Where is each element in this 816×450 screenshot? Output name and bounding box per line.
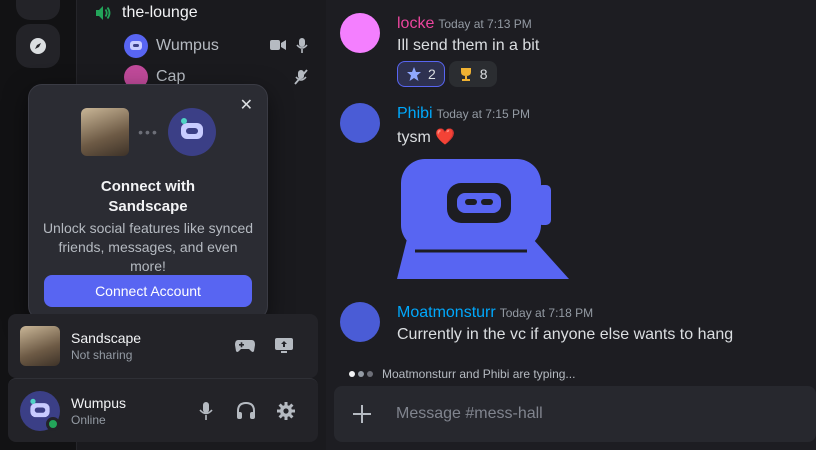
game-name: Sandscape — [71, 330, 142, 346]
message-composer — [334, 386, 816, 442]
microphone-icon — [296, 38, 308, 53]
connection-illustration: ••• — [81, 107, 216, 157]
username: Wumpus — [71, 395, 126, 411]
message-text: tysm ❤️ — [397, 129, 456, 146]
avatar[interactable] — [340, 103, 380, 143]
reactions-bar: 2 8 — [397, 61, 497, 87]
video-icon — [270, 40, 286, 50]
typing-text: Moatmonsturr and Phibi are typing... — [382, 367, 576, 381]
chat-area: locke Today at 7:13 PM Ill send them in a… — [326, 0, 816, 450]
online-status-icon — [46, 417, 60, 431]
controller-link-button[interactable] — [233, 334, 257, 358]
share-screen-button[interactable] — [272, 334, 296, 358]
gear-icon — [277, 402, 295, 420]
reaction-count: 8 — [479, 66, 488, 82]
home-button[interactable] — [16, 0, 60, 20]
attach-button[interactable] — [350, 402, 374, 426]
user-panel: Wumpus Online — [8, 378, 318, 442]
voice-channel-name: the-lounge — [122, 4, 198, 21]
avatar — [124, 34, 148, 58]
typing-indicator: Moatmonsturr and Phibi are typing... — [348, 367, 575, 381]
trophy-icon — [460, 68, 471, 81]
microphone-icon — [199, 402, 213, 420]
voice-participant-name: Wumpus — [156, 37, 219, 54]
message-input[interactable] — [396, 400, 796, 428]
settings-button[interactable] — [274, 399, 298, 423]
message-author[interactable]: Moatmonsturr — [397, 304, 496, 321]
bot-avatar-icon — [181, 118, 203, 139]
speaker-icon — [96, 6, 111, 20]
activity-panel: Sandscape Not sharing — [8, 314, 318, 378]
avatar[interactable] — [340, 302, 380, 342]
connect-account-button[interactable]: Connect Account — [44, 275, 252, 307]
robot-sticker[interactable] — [397, 155, 577, 285]
popup-title: Connect with Sandscape — [100, 178, 196, 215]
reaction[interactable]: 2 — [397, 61, 445, 87]
game-thumbnail — [81, 108, 129, 156]
muted-microphone-icon — [294, 69, 308, 85]
message-author[interactable]: locke — [397, 15, 434, 32]
game-avatar — [20, 326, 60, 366]
message-header: locke Today at 7:13 PM — [397, 15, 532, 33]
popup-description: Unlock social features like synced frien… — [42, 220, 254, 274]
voice-participant[interactable]: Wumpus — [124, 33, 219, 59]
headphones-icon — [237, 402, 255, 419]
explore-button[interactable] — [16, 24, 60, 68]
game-status: Not sharing — [71, 348, 133, 362]
close-icon[interactable]: ✕ — [240, 95, 253, 115]
user-status: Online — [71, 413, 106, 427]
reaction-count: 2 — [428, 66, 436, 82]
message-text: Ill send them in a bit — [397, 37, 540, 54]
message-text: Currently in the vc if anyone else wants… — [397, 326, 734, 343]
mute-button[interactable] — [194, 399, 218, 423]
message-timestamp: Today at 7:18 PM — [499, 306, 594, 320]
controller-icon — [235, 340, 255, 352]
plus-icon — [353, 405, 371, 423]
message-header: Moatmonsturr Today at 7:18 PM — [397, 304, 593, 322]
voice-participant-status — [293, 69, 309, 85]
avatar[interactable] — [340, 13, 380, 53]
dots-icon: ••• — [138, 124, 159, 140]
screen-share-icon — [275, 338, 293, 353]
message-timestamp: Today at 7:13 PM — [438, 17, 532, 31]
voice-channel[interactable]: the-lounge — [94, 0, 198, 26]
bot-avatar — [168, 108, 216, 156]
reaction[interactable]: 8 — [448, 61, 497, 87]
message-header: Phibi Today at 7:15 PM — [397, 105, 530, 123]
connect-account-popup: ✕ ••• Connect with Sandscape Unlock soci… — [28, 84, 268, 320]
typing-dots-icon — [349, 371, 373, 377]
message-timestamp: Today at 7:15 PM — [436, 107, 530, 121]
star-icon — [407, 67, 421, 81]
voice-participant-status — [270, 38, 308, 53]
compass-icon — [30, 38, 46, 54]
bot-avatar-icon — [130, 41, 142, 50]
message-author[interactable]: Phibi — [397, 105, 433, 122]
deafen-button[interactable] — [234, 399, 258, 423]
